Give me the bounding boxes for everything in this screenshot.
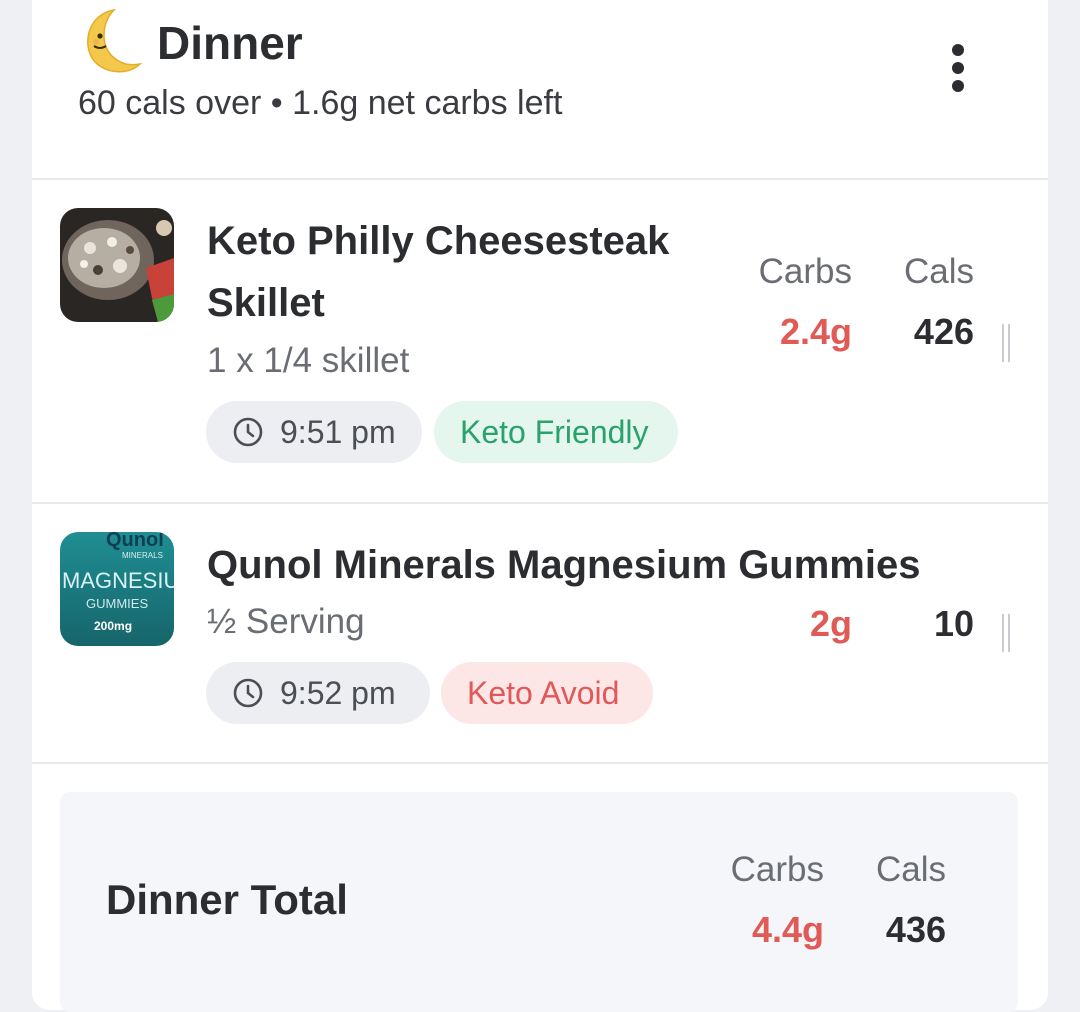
total-cals-header: Cals xyxy=(875,850,946,889)
clock-icon xyxy=(233,678,263,708)
food-entry[interactable]: Keto Philly Cheesesteak Skillet 1 x 1/4 … xyxy=(32,180,1048,504)
dinner-card: Dinner 60 cals over • 1.6g net carbs lef… xyxy=(32,0,1048,1012)
keto-status-badge: Keto Avoid xyxy=(441,662,653,724)
time-badge: 9:51 pm xyxy=(206,401,422,463)
total-cals-value: 436 xyxy=(885,909,946,950)
cals-header: Cals xyxy=(903,252,974,291)
crescent-moon-icon xyxy=(87,8,143,73)
cals-value: 10 xyxy=(933,603,974,644)
carbs-value: 2g xyxy=(809,603,852,644)
package-product-text: MAGNESIU xyxy=(62,568,174,593)
drag-handle-icon[interactable] xyxy=(1002,614,1014,652)
meal-title: Dinner xyxy=(157,17,303,69)
carbs-value: 2.4g xyxy=(779,311,852,352)
carbs-header: Carbs xyxy=(758,252,852,291)
keto-status-badge: Keto Friendly xyxy=(434,401,678,463)
total-carbs-header: Carbs xyxy=(730,850,824,889)
drag-handle-icon[interactable] xyxy=(1002,324,1014,362)
package-dose-text: 200mg xyxy=(94,619,132,633)
serving-size: ½ Serving xyxy=(207,602,365,641)
package-line-text: MINERALS xyxy=(122,551,163,560)
total-label: Dinner Total xyxy=(106,876,348,923)
package-brand-text: Qunol xyxy=(106,532,164,551)
clock-icon xyxy=(233,417,263,447)
package-sub-text: GUMMIES xyxy=(86,596,148,611)
food-entry[interactable]: Qunol MINERALS MAGNESIU GUMMIES 200mg Qu… xyxy=(32,504,1048,764)
meal-total-panel: Dinner Total Carbs Cals 4.4g 436 xyxy=(60,792,1018,1012)
kebab-menu-icon[interactable] xyxy=(938,40,978,100)
serving-size: 1 x 1/4 skillet xyxy=(207,341,410,380)
food-name: Keto Philly Cheesesteak Skillet xyxy=(207,219,670,325)
food-photo: Qunol MINERALS MAGNESIU GUMMIES 200mg xyxy=(60,532,174,646)
food-photo xyxy=(60,208,174,322)
time-badge: 9:52 pm xyxy=(206,662,430,724)
total-carbs-value: 4.4g xyxy=(751,909,824,950)
food-name: Qunol Minerals Magnesium Gummies xyxy=(207,543,921,587)
meal-header: Dinner 60 cals over • 1.6g net carbs lef… xyxy=(32,0,1048,180)
cals-value: 426 xyxy=(913,311,974,352)
meal-summary: 60 cals over • 1.6g net carbs left xyxy=(78,84,563,122)
